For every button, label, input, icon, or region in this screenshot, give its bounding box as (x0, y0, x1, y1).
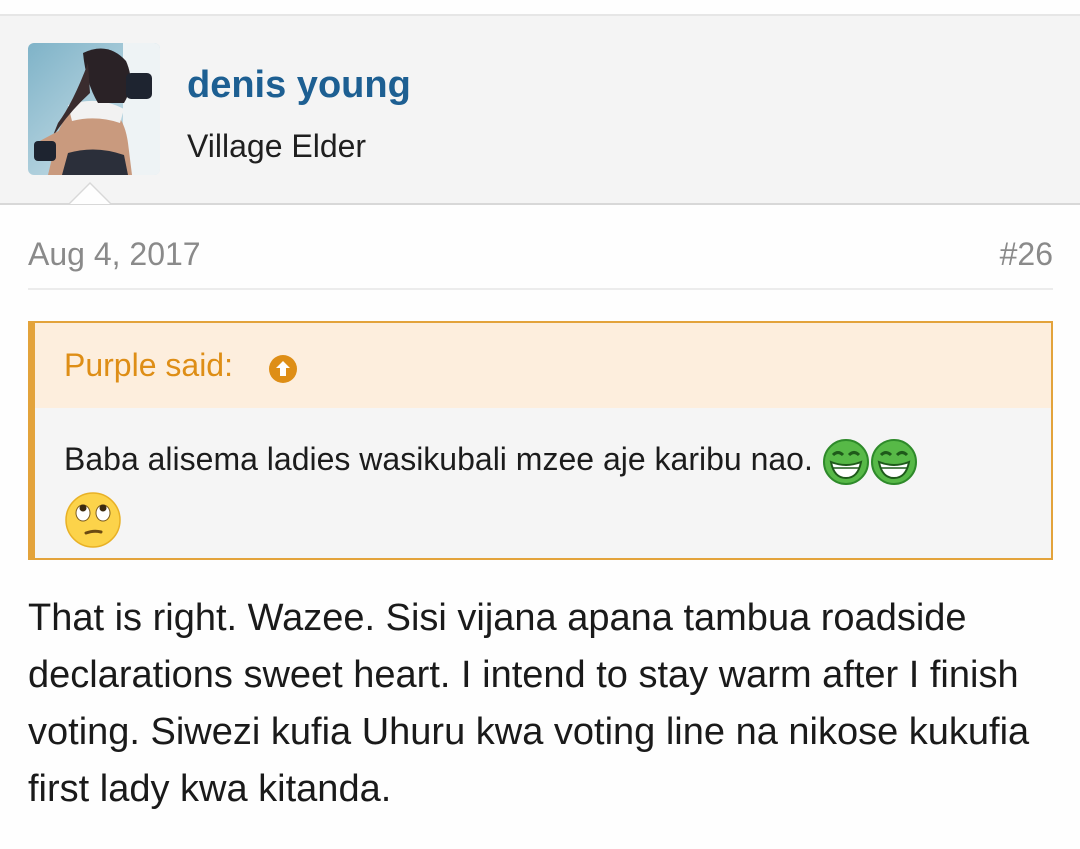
avatar-pointer (68, 182, 112, 204)
up-arrow-circle-icon[interactable] (268, 354, 298, 384)
quote-header: Purple said: (35, 323, 1051, 408)
quote-author-link[interactable]: Purple said: (64, 347, 233, 384)
eye-roll-emoji-icon (65, 491, 121, 548)
grinning-face-green-icon (870, 438, 917, 485)
post-permalink[interactable]: #26 (1000, 236, 1053, 273)
quote-text: Baba alisema ladies wasikubali mzee aje … (64, 441, 813, 477)
user-title: Village Elder (187, 128, 367, 164)
post-date[interactable]: Aug 4, 2017 (28, 236, 201, 273)
user-header: denis young Village Elder (0, 16, 1080, 205)
avatar-photo (28, 43, 160, 175)
avatar[interactable] (28, 43, 160, 175)
post-meta-divider (28, 288, 1053, 290)
post-message: That is right. Wazee. Sisi vijana apana … (28, 597, 1030, 810)
quote-block: Purple said: Baba alisema ladies wasikub… (28, 321, 1053, 560)
username-link[interactable]: denis young (187, 64, 411, 107)
grinning-face-green-icon (822, 438, 869, 485)
quote-body: Baba alisema ladies wasikubali mzee aje … (64, 430, 1024, 549)
